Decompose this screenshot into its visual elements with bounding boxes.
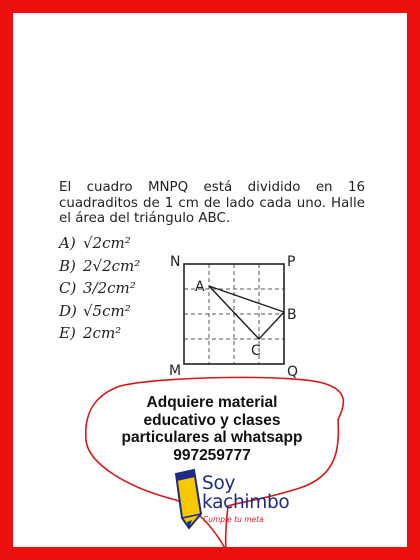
- whatsapp-number: 997259777: [173, 446, 251, 464]
- promo-message: Adquiere material educativo y clases par…: [112, 394, 312, 464]
- pencil-icon: [174, 468, 203, 530]
- brand-name: Soy kachimbo: [202, 473, 290, 513]
- brand-tagline: Cumple tu meta: [203, 515, 264, 524]
